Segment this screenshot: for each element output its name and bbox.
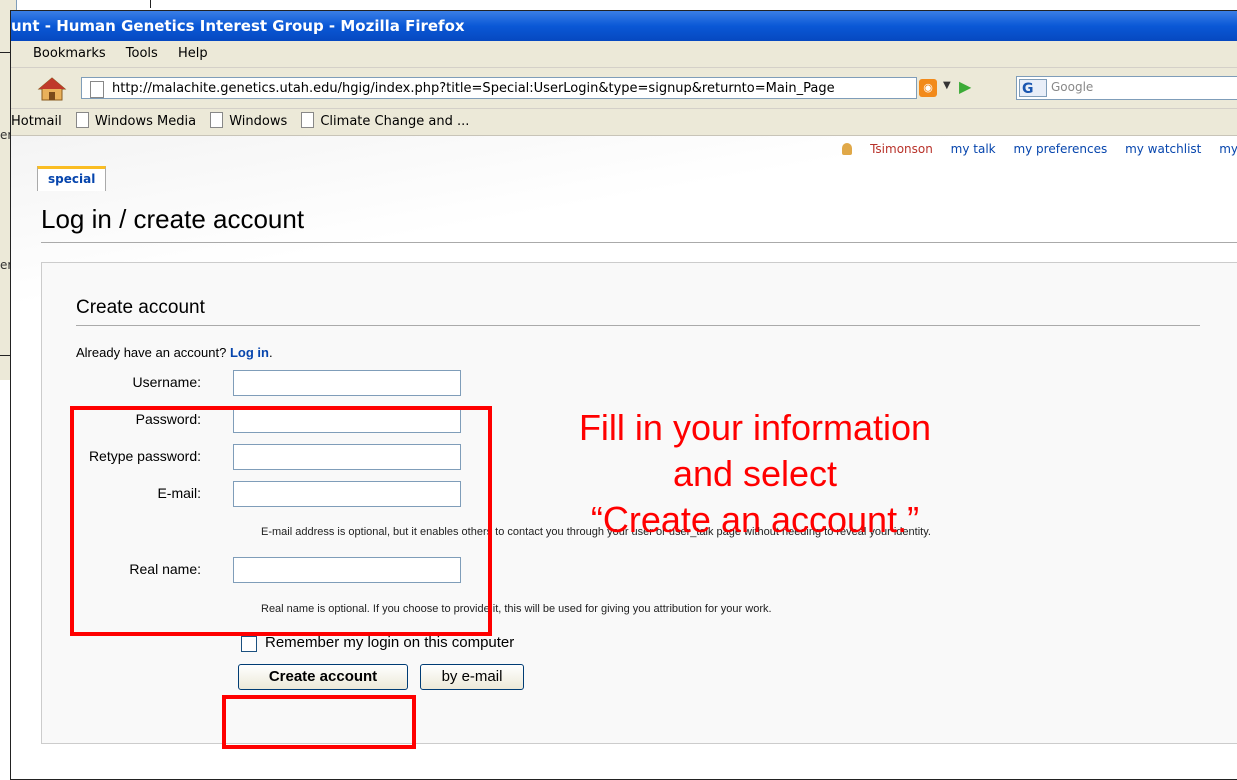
remember-login-label: Remember my login on this computer: [265, 634, 515, 651]
page-icon: [75, 112, 89, 128]
background-window-tick: [150, 0, 151, 8]
create-account-button[interactable]: Create account: [238, 664, 408, 690]
login-link[interactable]: Log in: [230, 345, 269, 360]
window-titlebar: unt - Human Genetics Interest Group - Mo…: [11, 11, 1237, 41]
menu-bar: Bookmarks Tools Help: [11, 41, 1237, 68]
search-box[interactable]: G Google: [1016, 76, 1237, 100]
annotation-line-3: “Create an account.”: [590, 499, 920, 541]
bookmark-climate-change[interactable]: Climate Change and ...: [301, 109, 469, 135]
my-watchlist-link[interactable]: my watchlist: [1125, 142, 1201, 156]
create-button-highlight-box: [222, 695, 416, 749]
user-link[interactable]: Tsimonson: [828, 142, 933, 156]
user-toolbar: Tsimonson my talk my preferences my watc…: [814, 142, 1237, 156]
by-email-button[interactable]: by e-mail: [420, 664, 524, 690]
page-title: Log in / create account: [41, 204, 305, 234]
remember-login-checkbox[interactable]: [241, 636, 257, 652]
annotation-line-1: Fill in your information: [578, 407, 932, 448]
bookmark-windows-media[interactable]: Windows Media: [75, 109, 196, 135]
bookmark-windows[interactable]: Windows: [210, 109, 287, 135]
form-heading-divider: [76, 325, 1200, 326]
menu-help[interactable]: Help: [178, 46, 208, 61]
bookmark-hotmail[interactable]: Hotmail: [11, 109, 62, 135]
user-icon: [842, 143, 853, 155]
page-icon: [90, 81, 104, 98]
window-title: unt - Human Genetics Interest Group - Mo…: [11, 17, 465, 35]
menu-bookmarks[interactable]: Bookmarks: [33, 46, 106, 61]
home-icon[interactable]: [37, 76, 67, 102]
bookmarks-toolbar: Hotmail Windows Media Windows Climate Ch…: [11, 109, 1237, 136]
my-contributions-link[interactable]: my: [1219, 142, 1237, 156]
url-bar[interactable]: http://malachite.genetics.utah.edu/hgig/…: [81, 77, 917, 99]
fields-highlight-box: [70, 406, 492, 636]
menu-tools[interactable]: Tools: [126, 46, 158, 61]
search-engine-icon[interactable]: G: [1019, 79, 1047, 97]
form-heading: Create account: [76, 297, 205, 318]
page-icon: [301, 112, 315, 128]
url-history-dropdown-icon[interactable]: ▼: [943, 80, 951, 91]
search-placeholder: Google: [1051, 80, 1094, 94]
username-field[interactable]: [233, 370, 461, 396]
username-label: Username:: [132, 374, 201, 390]
firefox-window: unt - Human Genetics Interest Group - Mo…: [10, 10, 1237, 780]
url-text: http://malachite.genetics.utah.edu/hgig/…: [112, 81, 835, 96]
my-preferences-link[interactable]: my preferences: [1013, 142, 1107, 156]
my-talk-link[interactable]: my talk: [951, 142, 996, 156]
tab-special[interactable]: special: [37, 166, 107, 191]
navigation-toolbar: http://malachite.genetics.utah.edu/hgig/…: [11, 68, 1237, 109]
rss-feed-icon[interactable]: ◉: [919, 79, 937, 97]
annotation-line-2: and select: [672, 453, 838, 495]
instruction-annotation: Fill in your information and select “Cre…: [520, 405, 990, 543]
go-arrow-icon[interactable]: ▶: [959, 77, 971, 96]
already-have-account-text: Already have an account? Log in.: [76, 345, 273, 360]
page-icon: [210, 112, 224, 128]
title-divider: [41, 242, 1237, 243]
